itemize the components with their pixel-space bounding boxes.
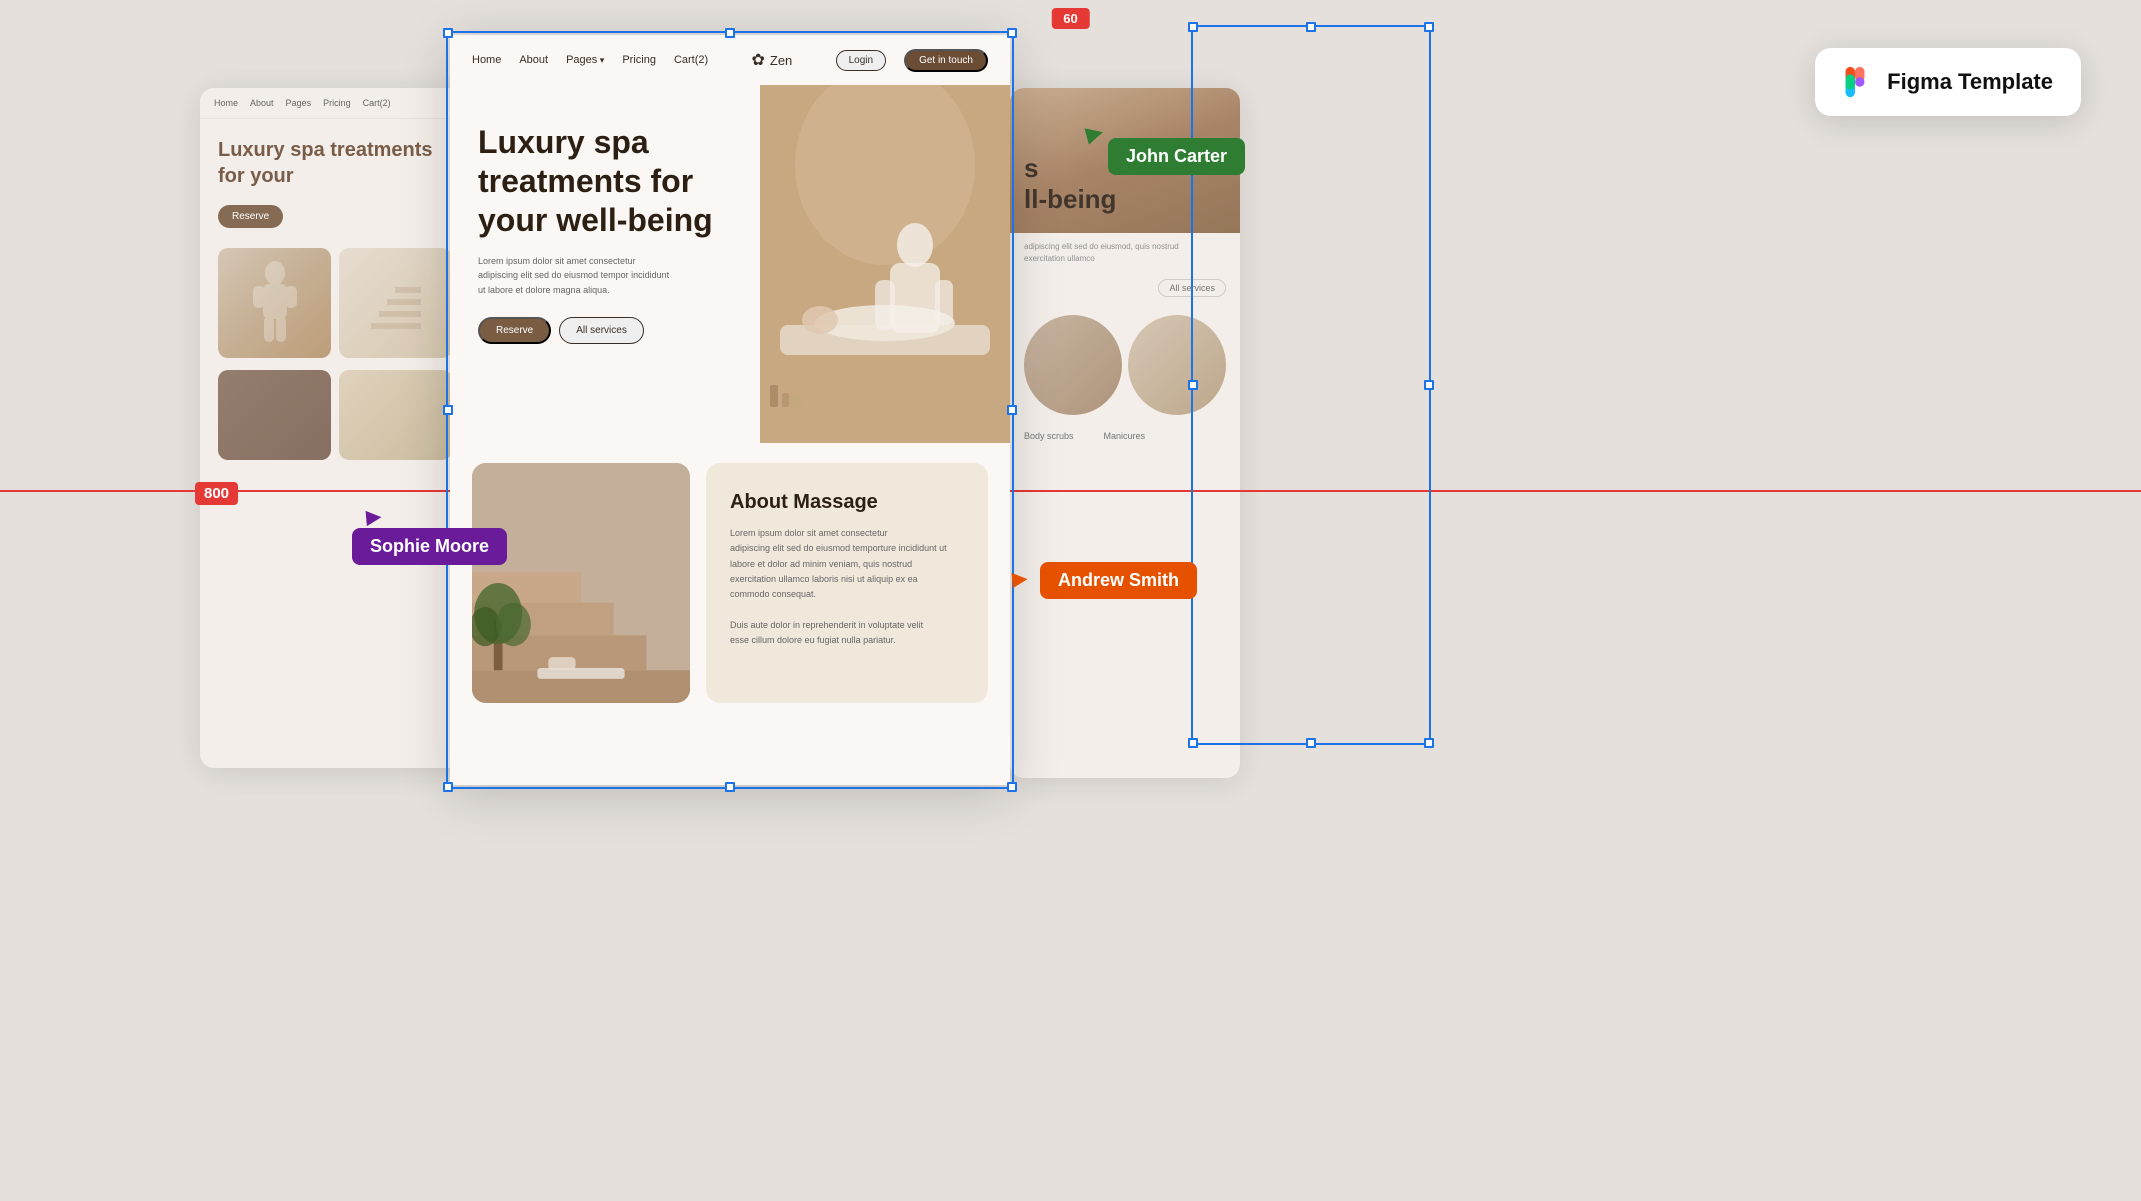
sophie-cursor-area: ▶ Sophie Moore <box>352 528 507 565</box>
about-image-container <box>450 443 690 723</box>
left-panel-img-3 <box>218 370 331 460</box>
nav-cta-btn[interactable]: Get in touch <box>904 49 988 72</box>
left-panel-nav: Home About Pages Pricing Cart(2) <box>200 88 470 119</box>
hero-img-bg <box>760 85 1010 443</box>
figma-icon <box>1837 64 1873 100</box>
left-panel: Home About Pages Pricing Cart(2) Luxury … <box>200 88 470 768</box>
service-label-1: Body scrubs <box>1024 431 1074 441</box>
width-badge: 60 <box>1051 8 1089 29</box>
spa-img-light <box>339 370 452 460</box>
andrew-cursor-arrow: ▶ <box>1011 565 1029 591</box>
sophie-moore-badge: Sophie Moore <box>352 528 507 565</box>
john-carter-badge: John Carter <box>1108 138 1245 175</box>
nav-pages[interactable]: Pages <box>566 54 604 66</box>
hero-img-svg <box>760 85 1010 443</box>
right-panel-service-labels: Body scrubs Manicures <box>1010 427 1240 445</box>
main-frame: Home About Pages Pricing Cart(2) ✿ Zen L… <box>450 35 1010 785</box>
nav-pricing[interactable]: Pricing <box>622 54 656 66</box>
nav-login-btn[interactable]: Login <box>836 50 886 71</box>
service-label-2: Manicures <box>1104 431 1146 441</box>
reserve-btn[interactable]: Reserve <box>478 317 551 344</box>
about-description: Lorem ipsum dolor sit amet consectetur a… <box>730 526 964 648</box>
sp-nav-cart: Cart(2) <box>363 98 391 108</box>
left-panel-images-2 <box>200 370 470 472</box>
about-img-svg <box>472 463 690 703</box>
right-panel-subtext: adipiscing elit sed do eiusmod, quis nos… <box>1010 233 1240 273</box>
nav-home[interactable]: Home <box>472 54 501 66</box>
sp-nav-pages: Pages <box>286 98 312 108</box>
sophie-cursor-arrow: ▶ <box>365 503 383 529</box>
right-panel-hero-partial: s ll-being <box>1024 153 1116 215</box>
left-panel-img-1 <box>218 248 331 358</box>
nav-cart[interactable]: Cart(2) <box>674 54 708 66</box>
left-panel-hero-text: Luxury spa treatments for your <box>200 119 470 197</box>
hero-section: Luxury spa treatments for your well-bein… <box>450 85 1010 443</box>
about-section: About Massage Lorem ipsum dolor sit amet… <box>450 443 1010 723</box>
nav-logo: ✿ Zen <box>751 50 792 70</box>
hero-title: Luxury spa treatments for your well-bein… <box>478 123 732 240</box>
left-panel-reserve-btn[interactable]: Reserve <box>218 205 283 228</box>
right-panel-circle-2 <box>1128 315 1226 415</box>
right-panel: s ll-being adipiscing elit sed do eiusmo… <box>1010 88 1240 778</box>
main-nav: Home About Pages Pricing Cart(2) ✿ Zen L… <box>450 35 1010 85</box>
logo-text: Zen <box>770 53 792 68</box>
guide-label: 800 <box>195 482 238 505</box>
figma-badge: Figma Template <box>1815 48 2081 116</box>
spa-img-stairs <box>339 248 452 358</box>
nav-about[interactable]: About <box>519 54 548 66</box>
andrew-cursor-area: ▶ Andrew Smith <box>1040 562 1197 599</box>
right-panel-btn-row: All services <box>1010 273 1240 303</box>
sp-nav-about: About <box>250 98 274 108</box>
sp-nav-pricing: Pricing <box>323 98 351 108</box>
hero-buttons: Reserve All services <box>478 317 732 344</box>
andrew-smith-badge: Andrew Smith <box>1040 562 1197 599</box>
spa-img-dark <box>218 370 331 460</box>
figma-logo-svg <box>1837 64 1873 100</box>
left-panel-img-4 <box>339 370 452 460</box>
about-image <box>472 463 690 703</box>
sp-nav-home: Home <box>214 98 238 108</box>
spa-img-person <box>218 248 331 358</box>
hero-image <box>760 85 1010 443</box>
horizontal-guide <box>0 490 2141 492</box>
right-panel-all-services-btn[interactable]: All services <box>1158 279 1226 297</box>
figma-badge-text: Figma Template <box>1887 69 2053 95</box>
right-panel-circle-images <box>1010 303 1240 427</box>
right-panel-circle-1 <box>1024 315 1122 415</box>
left-panel-images <box>200 236 470 370</box>
hero-description: Lorem ipsum dolor sit amet consectetur a… <box>478 254 678 297</box>
about-text-box: About Massage Lorem ipsum dolor sit amet… <box>706 463 988 703</box>
logo-icon: ✿ <box>751 50 764 70</box>
john-cursor-area: ▶ John Carter <box>1108 138 1245 175</box>
about-title: About Massage <box>730 491 964 514</box>
left-panel-img-2 <box>339 248 452 358</box>
hero-left: Luxury spa treatments for your well-bein… <box>450 85 760 443</box>
services-btn[interactable]: All services <box>559 317 644 344</box>
